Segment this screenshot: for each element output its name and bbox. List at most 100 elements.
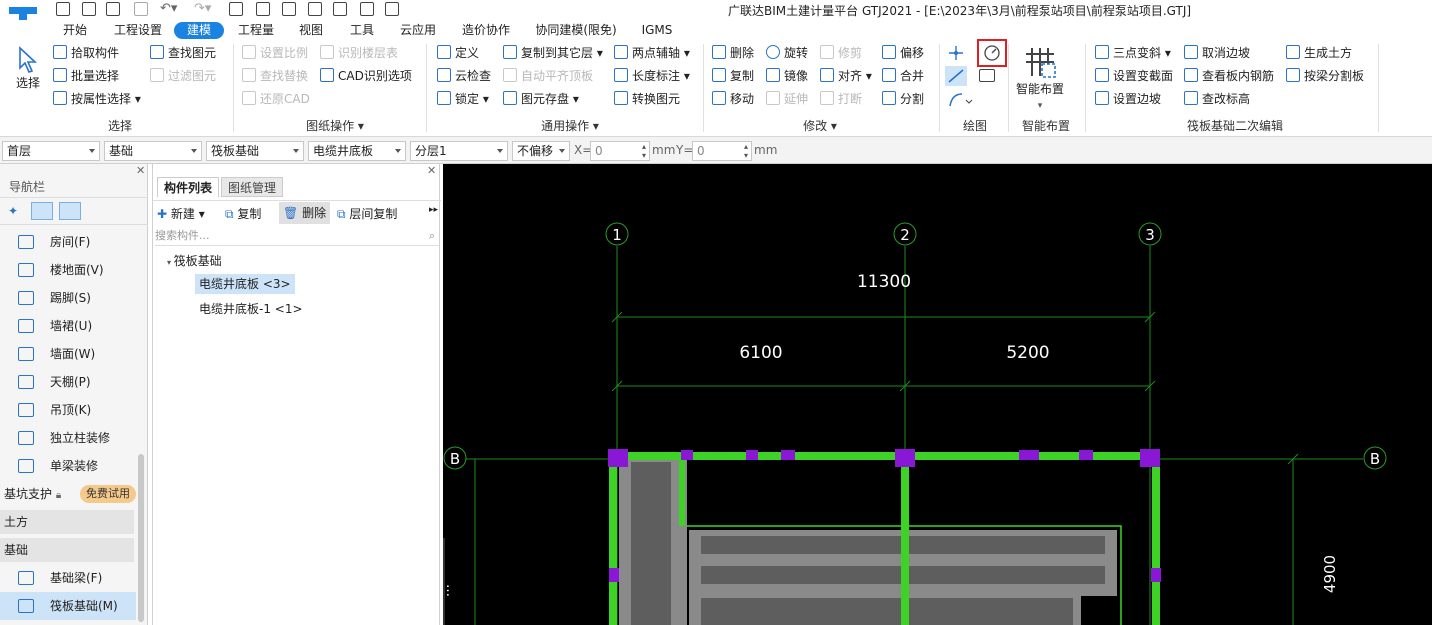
canvas-side-handle[interactable] — [443, 538, 445, 625]
cloud-check-button[interactable]: 云检查 — [437, 66, 491, 86]
copy-to-other-floor-button[interactable]: 复制到其它层 ▾ — [503, 43, 603, 63]
smart-layout-button[interactable]: 智能布置 ▾ — [1012, 44, 1068, 112]
drawing-canvas[interactable]: 11300 6100 5200 4900 1 2 3 B B … — [443, 164, 1432, 625]
tab-quantity[interactable]: 工程量 — [236, 22, 276, 39]
pick-component-button[interactable]: 拾取构件 — [53, 43, 119, 63]
sum-icon[interactable] — [229, 2, 243, 16]
two-point-axis-button[interactable]: 两点辅轴 ▾ — [614, 43, 690, 63]
tab-drawing-management[interactable]: 图纸管理 — [221, 177, 283, 197]
table-icon[interactable] — [256, 2, 270, 16]
tab-tools[interactable]: 工具 — [348, 22, 376, 39]
nav-close-icon[interactable]: ✕ — [136, 164, 145, 177]
nav-item-column-finish[interactable]: 独立柱装修 — [0, 424, 136, 452]
tab-view[interactable]: 视图 — [297, 22, 325, 39]
axis-bubble-1[interactable]: 1 — [605, 222, 629, 246]
offset-button[interactable]: 偏移 — [882, 43, 924, 63]
tab-component-list[interactable]: 构件列表 — [157, 177, 219, 197]
edit-elevation-button[interactable]: 查改标高 — [1184, 89, 1250, 109]
length-dimension-button[interactable]: 长度标注 ▾ — [614, 66, 690, 86]
extend-button[interactable]: 延伸 — [766, 89, 808, 109]
free-trial-badge[interactable]: 免费试用 — [80, 485, 136, 503]
split-button[interactable]: 分割 — [882, 89, 924, 109]
cad-recognition-options-button[interactable]: CAD识别选项 — [320, 66, 412, 86]
line-draw-icon[interactable] — [945, 66, 967, 86]
tab-start[interactable]: 开始 — [60, 22, 90, 39]
three-point-slope-button[interactable]: 三点变斜 ▾ — [1095, 43, 1171, 63]
generate-earthwork-button[interactable]: 生成土方 — [1286, 43, 1352, 63]
tab-modeling[interactable]: 建模 — [174, 22, 224, 39]
tree-root[interactable]: ▾ 筏板基础 — [167, 252, 222, 269]
axis-bubble-2[interactable]: 2 — [893, 222, 917, 246]
pin-icon[interactable]: ✦ — [8, 204, 18, 218]
define-button[interactable]: 定义 — [437, 43, 479, 63]
copy-between-floors-button[interactable]: ⧉ 层间复制 — [337, 205, 397, 222]
tree-item-selected[interactable]: 电缆井底板 <3> — [195, 274, 295, 294]
axis-bubble-3[interactable]: 3 — [1138, 222, 1162, 246]
type-select[interactable]: 筏板基础 — [206, 141, 304, 161]
panel-close-icon[interactable]: ✕ — [427, 164, 436, 177]
select-by-attr-button[interactable]: 按属性选择 ▾ — [53, 89, 141, 109]
x-input[interactable]: 0 ▴ ▾ — [590, 141, 650, 161]
nav-item-room[interactable]: 房间(F) — [0, 228, 136, 256]
nav-section-pit-support[interactable]: 基坑支护 🔒︎ 免费试用 — [0, 482, 136, 506]
rotate-button[interactable]: 旋转 — [766, 43, 808, 63]
file-icon[interactable] — [360, 2, 374, 16]
more-icon[interactable]: ▸▸ — [429, 205, 438, 215]
nav-item-ceiling[interactable]: 天棚(P) — [0, 368, 136, 396]
merge-button[interactable]: 合并 — [882, 66, 924, 86]
nav-item-foundation-beam[interactable]: 基础梁(F) — [0, 564, 136, 592]
export-icon[interactable] — [308, 2, 322, 16]
split-slab-by-beam-button[interactable]: 按梁分割板 — [1286, 66, 1364, 86]
tab-project-settings[interactable]: 工程设置 — [112, 22, 164, 39]
redo-icon[interactable]: ↷▾ — [194, 1, 211, 16]
delete-component-button[interactable]: 🗑︎ 删除 — [279, 202, 331, 224]
undo-icon[interactable]: ↶▾ — [160, 1, 177, 16]
nav-section-earthwork[interactable]: 土方 — [0, 510, 134, 534]
raft-slab[interactable] — [619, 460, 1122, 625]
nav-item-suspended-ceiling[interactable]: 吊顶(K) — [0, 396, 136, 424]
copy-component-button[interactable]: ⧉ 复制 — [225, 205, 261, 222]
filter-element-button[interactable]: 过滤图元 — [150, 66, 216, 86]
edit-icon[interactable] — [333, 2, 347, 16]
set-variable-section-button[interactable]: 设置变截面 — [1095, 66, 1173, 86]
tab-collab-modeling[interactable]: 协同建模(限免) — [534, 22, 618, 39]
align-button[interactable]: 对齐 ▾ — [820, 66, 872, 86]
open-folder-icon[interactable] — [106, 2, 120, 16]
tab-cost-collab[interactable]: 造价协作 — [460, 22, 512, 39]
component-search-input[interactable]: 搜索构件... ⌕ — [155, 226, 439, 246]
set-edge-slope-button[interactable]: 设置边坡 — [1095, 89, 1161, 109]
point-draw-icon[interactable] — [946, 43, 966, 63]
convert-element-button[interactable]: 转换图元 — [614, 89, 680, 109]
nav-item-dado[interactable]: 墙裙(U) — [0, 312, 136, 340]
disk-icon[interactable] — [134, 2, 148, 16]
tab-cloud[interactable]: 云应用 — [398, 22, 438, 39]
nav-item-wall-surface[interactable]: 墙面(W) — [0, 340, 136, 368]
detail-view-icon[interactable] — [59, 202, 81, 220]
move-button[interactable]: 移动 — [712, 89, 754, 109]
break-button[interactable]: 打断 — [820, 89, 862, 109]
grid-icon[interactable] — [282, 2, 296, 16]
rotate-point-icon[interactable] — [977, 39, 1007, 67]
nav-section-foundation[interactable]: 基础 — [0, 538, 134, 562]
layer-select[interactable]: 分层1 — [410, 141, 508, 161]
nav-item-floor[interactable]: 楼地面(V) — [0, 256, 136, 284]
lock-button[interactable]: 锁定 ▾ — [437, 89, 489, 109]
arc-draw-icon[interactable] — [946, 90, 974, 110]
nav-scrollbar[interactable] — [138, 454, 144, 622]
copy-button[interactable]: 复制 — [712, 66, 754, 86]
nav-item-skirting[interactable]: 踢脚(S) — [0, 284, 136, 312]
category-select[interactable]: 基础 — [104, 141, 202, 161]
axis-bubble-b-right[interactable]: B — [1363, 446, 1387, 470]
batch-select-button[interactable]: 批量选择 — [53, 66, 119, 86]
rectangle-draw-icon[interactable] — [979, 69, 995, 82]
auto-align-top-slab-button[interactable]: 自动平齐顶板 — [503, 66, 593, 86]
select-tool-button[interactable]: 选择 — [12, 46, 44, 102]
axis-bubble-b-left[interactable]: B — [443, 446, 467, 470]
nav-item-raft-foundation[interactable]: 筏板基础(M) — [0, 592, 136, 620]
trim-button[interactable]: 修剪 — [820, 43, 862, 63]
mirror-button[interactable]: 镜像 — [766, 66, 808, 86]
save-icon[interactable] — [56, 2, 70, 16]
tab-igms[interactable]: IGMS — [640, 22, 674, 39]
view-slab-rebar-button[interactable]: 查看板内钢筋 — [1184, 66, 1274, 86]
find-replace-button[interactable]: 查找替换 — [242, 66, 308, 86]
